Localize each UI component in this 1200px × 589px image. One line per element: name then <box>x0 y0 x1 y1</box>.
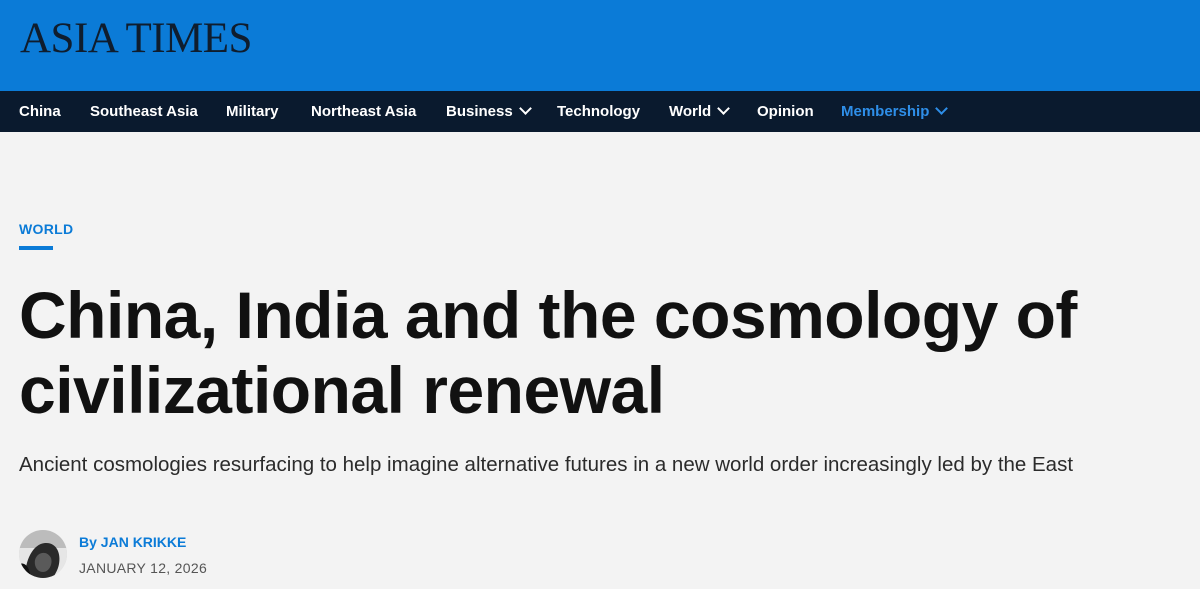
nav-item-label: China <box>19 103 61 120</box>
nav-item-opinion[interactable]: Opinion <box>757 91 814 132</box>
author-photo <box>19 530 67 578</box>
nav-item-world[interactable]: World <box>669 91 731 132</box>
chevron-down-icon <box>518 102 532 115</box>
nav-item-label: Southeast Asia <box>90 103 198 120</box>
byline-prefix: By <box>79 534 97 550</box>
masthead: ASIA TIMES <box>0 0 1200 91</box>
site-logo[interactable]: ASIA TIMES <box>20 15 252 63</box>
chevron-down-icon <box>717 102 731 115</box>
nav-item-southeast-asia[interactable]: Southeast Asia <box>90 91 198 132</box>
author-avatar[interactable] <box>19 530 67 578</box>
category-link[interactable]: WORLD <box>19 221 73 237</box>
nav-item-military[interactable]: Military <box>226 91 279 132</box>
nav-item-label: Opinion <box>757 103 814 120</box>
nav-item-china[interactable]: China <box>19 91 61 132</box>
main-navigation: China Southeast Asia Military Northeast … <box>0 91 1200 132</box>
nav-item-membership[interactable]: Membership <box>841 91 949 132</box>
nav-item-label: Northeast Asia <box>311 103 417 120</box>
chevron-down-icon <box>935 102 949 115</box>
nav-item-label: Technology <box>557 103 641 120</box>
nav-item-label: Business <box>446 103 513 120</box>
author-link[interactable]: JAN KRIKKE <box>101 534 187 550</box>
byline: By JAN KRIKKE <box>79 534 186 550</box>
article-subheadline: Ancient cosmologies resurfacing to help … <box>19 453 1074 476</box>
article-headline: China, India and the cosmology of civili… <box>19 278 1077 427</box>
article-header: WORLD China, India and the cosmology of … <box>0 132 1200 589</box>
nav-item-northeast-asia[interactable]: Northeast Asia <box>311 91 416 132</box>
nav-item-label: Membership <box>841 103 930 120</box>
nav-item-business[interactable]: Business <box>446 91 532 132</box>
publish-date: JANUARY 12, 2026 <box>79 560 208 576</box>
nav-item-technology[interactable]: Technology <box>557 91 640 132</box>
nav-item-label: Military <box>226 103 279 120</box>
category-underline <box>19 246 53 250</box>
nav-item-label: World <box>669 103 712 120</box>
